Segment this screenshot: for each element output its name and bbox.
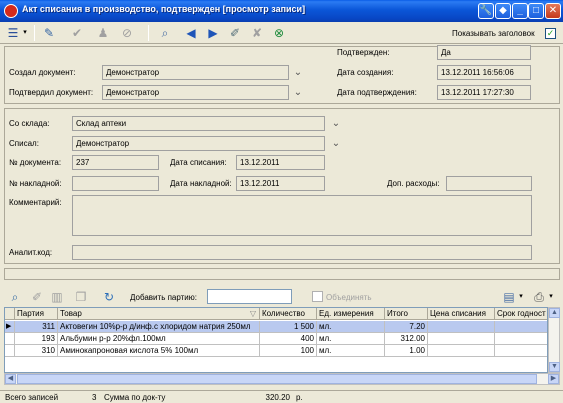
chevron-down-icon[interactable]: ⌄ <box>330 138 342 150</box>
attach-icon[interactable]: ✐ <box>226 24 244 42</box>
scroll-left-icon[interactable]: ◀ <box>5 374 16 384</box>
back-arrow-icon[interactable]: ◀ <box>182 24 200 42</box>
sum-label: Сумма по док-ту <box>104 393 166 402</box>
items-table: Партия Товар ▽ Количество Ед. измерения … <box>4 307 548 373</box>
created-date-label: Дата создания: <box>337 68 394 77</box>
confirmed-label: Подтвержден: <box>337 48 390 57</box>
table-row[interactable]: 193 Альбумин р-р 20%фл.100мл 400 мл. 312… <box>5 333 547 345</box>
cancel-icon[interactable]: ⊘ <box>118 24 136 42</box>
app-icon <box>4 4 18 18</box>
chevron-down-icon[interactable]: ⌄ <box>292 67 304 79</box>
doc-number-field[interactable]: 237 <box>72 155 159 170</box>
scroll-thumb[interactable] <box>17 374 537 384</box>
confirmed-by-label: Подтвердил документ: <box>9 88 94 97</box>
merge-label: Объединять <box>326 293 372 302</box>
vertical-scrollbar[interactable]: ▲ ▼ <box>548 307 560 373</box>
horizontal-scrollbar[interactable]: ◀ ▶ <box>4 373 560 385</box>
invoice-date-label: Дата накладной: <box>170 179 232 188</box>
copy-icon[interactable]: ❐ <box>72 288 90 306</box>
column-header-total[interactable]: Итого <box>385 308 428 320</box>
created-date-field[interactable]: 13.12.2011 16:56:06 <box>437 65 531 80</box>
print-dropdown-icon[interactable]: ▾ <box>546 288 556 306</box>
window-title: Акт списания в производство, подтвержден… <box>22 4 306 14</box>
column-header-product[interactable]: Товар ▽ <box>58 308 260 320</box>
close-button[interactable]: ✕ <box>545 3 561 19</box>
writeoff-date-label: Дата списания: <box>170 158 227 167</box>
written-off-by-field[interactable]: Демонстратор <box>72 136 325 151</box>
doc-number-label: № документа: <box>9 158 62 167</box>
merge-checkbox[interactable] <box>312 291 323 302</box>
delete-doc-icon[interactable]: ✘ <box>248 24 266 42</box>
restore-button[interactable]: ◆ <box>495 3 511 19</box>
confirm-date-label: Дата подтверждения: <box>337 88 417 97</box>
confirm-date-field[interactable]: 13.12.2011 17:27:30 <box>437 85 531 100</box>
trash-icon[interactable]: ▥ <box>48 288 66 306</box>
tools-button[interactable]: 🔧 <box>478 3 494 19</box>
add-batch-input[interactable] <box>207 289 292 304</box>
warehouse-label: Со склада: <box>9 119 50 128</box>
confirmed-field[interactable]: Да <box>437 45 531 60</box>
invoice-date-field[interactable]: 13.12.2011 <box>236 176 325 191</box>
records-label: Всего записей <box>5 393 59 402</box>
created-by-field[interactable]: Демонстратор <box>102 65 289 80</box>
warehouse-field[interactable]: Склад аптеки <box>72 116 325 131</box>
user-icon[interactable]: ♟ <box>94 24 112 42</box>
confirmed-by-field[interactable]: Демонстратор <box>102 85 289 100</box>
current-row-indicator-icon: ▶ <box>5 321 15 333</box>
created-by-label: Создал документ: <box>9 68 76 77</box>
column-header-price[interactable]: Цена списания <box>428 308 495 320</box>
table-row[interactable]: 310 Аминокапроновая кислота 5% 100мл 100… <box>5 345 547 357</box>
table-row[interactable]: ▶ 311 Актовегин 10%р-р д/инф.с хлоридом … <box>5 321 547 333</box>
show-header-label: Показывать заголовок <box>452 29 535 38</box>
column-header-expiry[interactable]: Срок годност <box>495 308 547 320</box>
scroll-right-icon[interactable]: ▶ <box>548 374 559 384</box>
menu-dropdown-icon[interactable]: ▾ <box>20 24 30 42</box>
add-batch-label: Добавить партию: <box>130 293 197 302</box>
status-bar: Всего записей 3 Сумма по док-ту 320.20 р… <box>0 390 563 403</box>
search-icon[interactable]: ⌕ <box>6 288 24 306</box>
column-header-qty[interactable]: Количество <box>260 308 317 320</box>
column-header-unit[interactable]: Ед. измерения <box>317 308 385 320</box>
comment-label: Комментарий: <box>9 198 62 207</box>
confirm-icon[interactable]: ✔ <box>68 24 86 42</box>
written-off-by-label: Списал: <box>9 139 39 148</box>
writeoff-date-field[interactable]: 13.12.2011 <box>236 155 325 170</box>
title-bar[interactable]: Акт списания в производство, подтвержден… <box>0 0 563 22</box>
sort-icon: ▽ <box>249 309 256 318</box>
scroll-up-icon[interactable]: ▲ <box>549 308 560 318</box>
sum-value: 320.20 <box>265 393 290 402</box>
invoice-number-label: № накладной: <box>9 179 62 188</box>
edit-icon[interactable]: ✎ <box>40 24 58 42</box>
info-strip <box>4 268 560 280</box>
forward-arrow-icon[interactable]: ▶ <box>204 24 222 42</box>
show-header-checkbox[interactable]: ✓ <box>545 28 556 39</box>
extra-expenses-field[interactable] <box>446 176 532 191</box>
extra-expenses-label: Доп. расходы: <box>387 179 440 188</box>
sum-unit: р. <box>296 393 303 402</box>
maximize-button[interactable]: □ <box>528 3 544 19</box>
column-header-batch[interactable]: Партия <box>15 308 58 320</box>
analytic-code-label: Аналит.код: <box>9 248 53 257</box>
export-icon[interactable]: ⊗ <box>270 24 288 42</box>
chevron-down-icon[interactable]: ⌄ <box>292 87 304 99</box>
minimize-button[interactable]: _ <box>512 3 528 19</box>
analytic-code-field[interactable] <box>72 245 532 260</box>
report-dropdown-icon[interactable]: ▾ <box>516 288 526 306</box>
records-count: 3 <box>92 393 97 402</box>
scroll-down-icon[interactable]: ▼ <box>549 362 560 372</box>
chevron-down-icon[interactable]: ⌄ <box>330 118 342 130</box>
row-indicator-header <box>5 308 15 320</box>
comment-field[interactable] <box>72 195 532 236</box>
invoice-number-field[interactable] <box>72 176 159 191</box>
refresh-icon[interactable]: ↻ <box>100 288 118 306</box>
preview-icon[interactable]: ⌕ <box>156 24 174 42</box>
edit-row-icon[interactable]: ✐ <box>28 288 46 306</box>
